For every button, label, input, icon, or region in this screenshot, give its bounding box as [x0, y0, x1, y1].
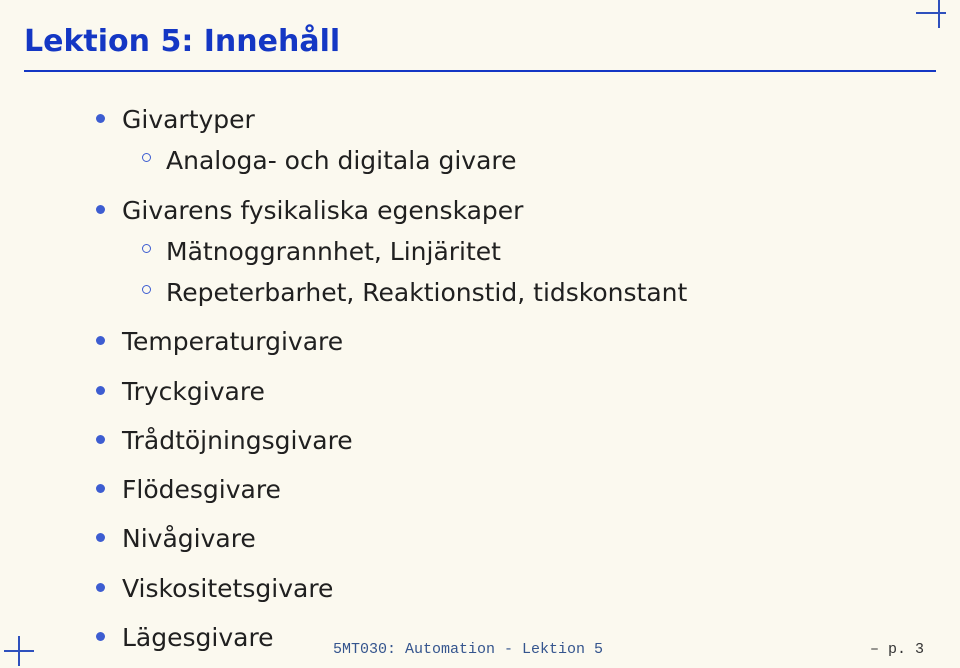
- list-item: Temperaturgivare: [122, 326, 936, 357]
- list-item: Flödesgivare: [122, 474, 936, 505]
- bullet-label: Givarens fysikaliska egenskaper: [122, 196, 523, 225]
- bullet-label: Temperaturgivare: [122, 327, 343, 356]
- slide-title: Lektion 5: Innehåll: [24, 24, 340, 59]
- sub-list-item: Mätnoggrannhet, Linjäritet: [166, 236, 936, 267]
- title-rule: [24, 70, 936, 72]
- footer-page-number: – p. 3: [870, 641, 924, 658]
- bullet-label: Trådtöjningsgivare: [122, 426, 353, 455]
- sub-list: Analoga- och digitala givare: [122, 145, 936, 176]
- sub-list-item: Analoga- och digitala givare: [166, 145, 936, 176]
- list-item: Nivågivare: [122, 523, 936, 554]
- bullet-label: Nivågivare: [122, 524, 256, 553]
- list-item: Trådtöjningsgivare: [122, 425, 936, 456]
- list-item: Viskositetsgivare: [122, 573, 936, 604]
- sub-list: Mätnoggrannhet, Linjäritet Repeterbarhet…: [122, 236, 936, 309]
- list-item: Givartyper Analoga- och digitala givare: [122, 104, 936, 177]
- bullet-label: Viskositetsgivare: [122, 574, 333, 603]
- list-item: Tryckgivare: [122, 376, 936, 407]
- bullet-label: Flödesgivare: [122, 475, 281, 504]
- bullet-label: Tryckgivare: [122, 377, 265, 406]
- bullet-list: Givartyper Analoga- och digitala givare …: [24, 104, 936, 653]
- sub-list-item: Repeterbarhet, Reaktionstid, tidskonstan…: [166, 277, 936, 308]
- slide-content: Givartyper Analoga- och digitala givare …: [24, 104, 936, 668]
- crop-mark-top-right: [928, 2, 956, 30]
- footer-course: 5MT030: Automation - Lektion 5: [0, 641, 936, 658]
- slide: Lektion 5: Innehåll Givartyper Analoga- …: [0, 0, 960, 668]
- bullet-label: Givartyper: [122, 105, 255, 134]
- list-item: Givarens fysikaliska egenskaper Mätnoggr…: [122, 195, 936, 309]
